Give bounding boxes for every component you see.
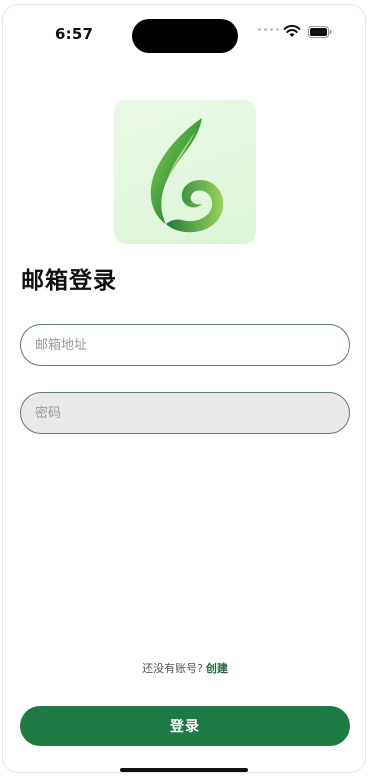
- password-field[interactable]: [20, 392, 350, 434]
- page-title: 邮箱登录: [21, 268, 117, 294]
- wifi-icon: [283, 24, 301, 37]
- status-time: 6:57: [55, 25, 94, 43]
- phone-screen: 6:57 邮箱登录 邮箱地址 还没有账号? 创建 登录: [2, 4, 366, 773]
- signup-prompt: 还没有账号? 创建: [3, 660, 365, 676]
- email-field[interactable]: [20, 324, 350, 366]
- create-account-link[interactable]: 创建: [206, 662, 228, 675]
- login-button[interactable]: 登录: [20, 706, 350, 746]
- dynamic-island: [132, 19, 238, 53]
- home-indicator: [120, 768, 248, 772]
- app-logo: [114, 100, 256, 244]
- battery-icon: [308, 26, 332, 38]
- leaf-swirl-logo-icon: [150, 118, 224, 233]
- signup-prompt-text: 还没有账号?: [142, 662, 203, 675]
- signal-dots-icon: [258, 28, 279, 31]
